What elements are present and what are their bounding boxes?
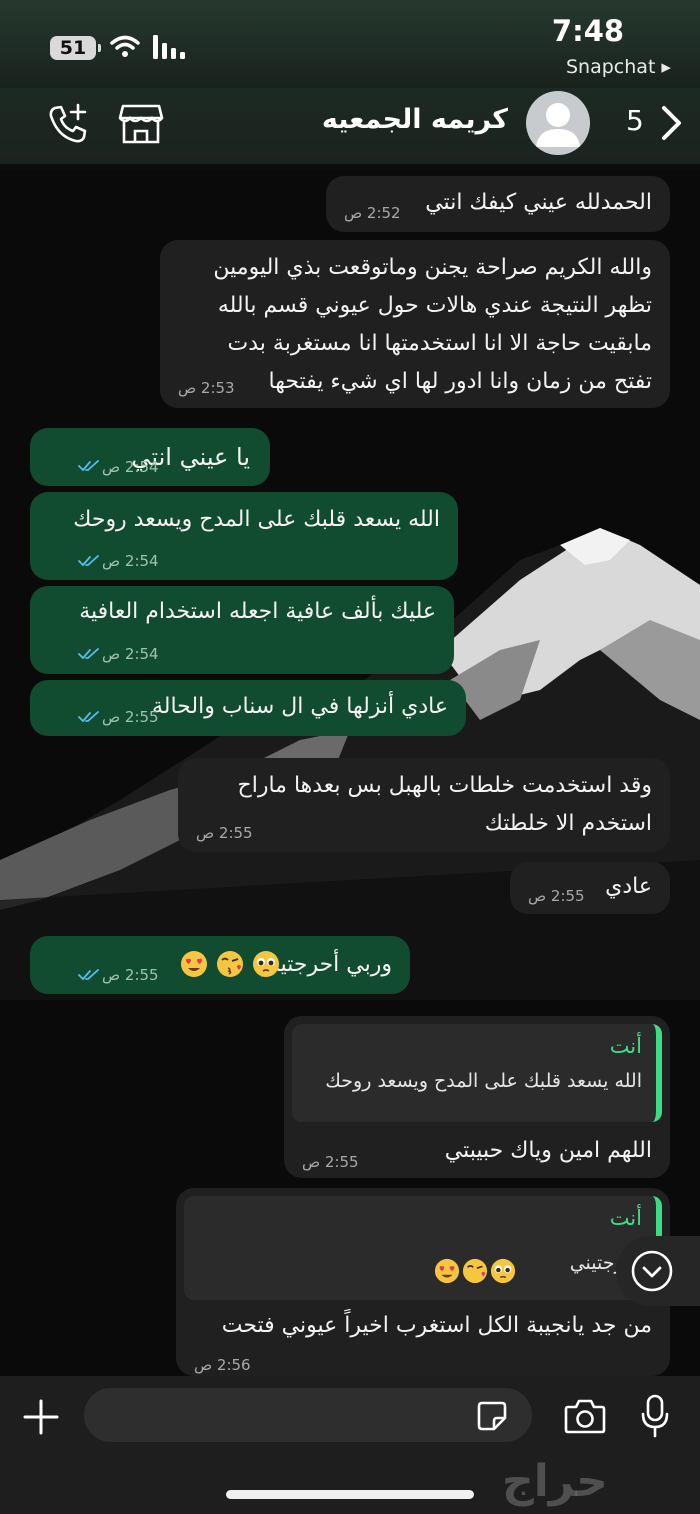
- read-receipt-icon: [78, 460, 99, 472]
- read-receipt-icon: [78, 555, 99, 567]
- sticker-icon[interactable]: [476, 1400, 508, 1432]
- message-incoming-reply[interactable]: أنت أحرجتيني من جد يانجيبة الكل استغرب ا…: [176, 1188, 670, 1376]
- quoted-message[interactable]: أنت الله يسعد قلبك على المدح ويسعد روحك: [292, 1024, 662, 1122]
- message-text: اللهم امين وياك حبيبتي: [444, 1138, 652, 1163]
- message-incoming[interactable]: الحمدلله عيني كيفك انتي 2:52 ص: [326, 176, 670, 232]
- microphone-icon[interactable]: [640, 1394, 670, 1438]
- camera-icon[interactable]: [564, 1398, 606, 1434]
- message-outgoing[interactable]: عادي أنزلها في ال سناب والحالة 2:55 ص: [30, 680, 466, 736]
- scroll-to-bottom-button[interactable]: [616, 1236, 700, 1306]
- message-time: 2:54 ص: [102, 458, 159, 476]
- message-outgoing[interactable]: عليك بألف عافية اجعله استخدام العافية 2:…: [30, 586, 454, 674]
- quoted-author: أنت: [609, 1034, 642, 1058]
- cellular-signal-icon: [153, 35, 185, 59]
- message-outgoing[interactable]: الله يسعد قلبك على المدح ويسعد روحك 2:54…: [30, 492, 458, 580]
- chevron-down-circle-icon: [631, 1250, 673, 1292]
- read-receipt-icon: [78, 969, 99, 981]
- message-text-line: مابقيت حاجة الا انا استخدمتها انا مستغرب…: [227, 331, 652, 356]
- message-text: عادي: [605, 874, 652, 899]
- message-time: 2:55 ص: [102, 966, 159, 984]
- message-time: 2:55 ص: [196, 824, 253, 842]
- message-text: الحمدلله عيني كيفك انتي: [425, 190, 652, 215]
- contact-avatar[interactable]: [526, 91, 590, 155]
- chevron-right-icon[interactable]: [658, 105, 684, 141]
- message-outgoing[interactable]: يا عيني انتي 2:54 ص: [30, 428, 270, 486]
- message-text-line: تظهر النتيجة عندي هالات حول عيوني قسم با…: [217, 293, 652, 318]
- quoted-message[interactable]: أنت أحرجتيني: [184, 1196, 662, 1300]
- message-text: من جد يانجيبة الكل استغرب اخيراً عيوني ف…: [221, 1313, 652, 1338]
- status-bar: 51 7:48 Snapchat ▸: [0, 0, 700, 88]
- heart-eyes-emoji: [181, 951, 207, 977]
- message-time: 2:52 ص: [344, 204, 401, 222]
- message-incoming[interactable]: وقد استخدمت خلطات بالهبل بس بعدها ماراح …: [178, 758, 670, 852]
- pleading-face-emoji: [490, 1258, 516, 1284]
- message-time: 2:55 ص: [302, 1153, 359, 1171]
- message-input[interactable]: [84, 1388, 532, 1442]
- back-to-app-link[interactable]: Snapchat ▸: [566, 56, 671, 78]
- catalog-store-icon[interactable]: [118, 102, 164, 146]
- message-text: عادي أنزلها في ال سناب والحالة: [151, 694, 448, 719]
- quoted-author: أنت: [609, 1206, 642, 1230]
- read-receipt-icon: [78, 711, 99, 723]
- message-text-line: تفتح من زمان وانا ادور لها اي شيء يفتحها: [268, 369, 653, 394]
- message-time: 2:56 ص: [194, 1356, 251, 1374]
- message-time: 2:55 ص: [528, 887, 585, 905]
- message-text: الله يسعد قلبك على المدح ويسعد روحك: [73, 507, 440, 532]
- message-text: عليك بألف عافية اجعله استخدام العافية: [79, 599, 436, 624]
- read-receipt-icon: [78, 648, 99, 660]
- message-incoming[interactable]: والله الكريم صراحة يجنن وماتوقعت بذي الي…: [160, 240, 670, 408]
- composer-bar: حراج: [0, 1376, 700, 1514]
- wifi-icon: [110, 35, 140, 57]
- contact-name[interactable]: كريمه الجمعيه: [300, 104, 508, 135]
- plus-icon[interactable]: [22, 1398, 60, 1436]
- message-time: 2:53 ص: [178, 379, 235, 397]
- chat-header: كريمه الجمعيه 5: [0, 88, 700, 164]
- message-time: 2:54 ص: [102, 645, 159, 663]
- message-outgoing[interactable]: وربي أحرجتيني 2:55 ص: [30, 936, 410, 994]
- message-text-line: وقد استخدمت خلطات بالهبل بس بعدها ماراح: [237, 773, 652, 798]
- heart-eyes-emoji: [434, 1258, 460, 1284]
- home-indicator: [226, 1490, 474, 1499]
- watermark-logo: حراج: [502, 1456, 609, 1507]
- pleading-face-emoji: [253, 951, 279, 977]
- kissing-face-emoji: [462, 1258, 488, 1284]
- battery-indicator: 51: [50, 36, 101, 60]
- status-time: 7:48: [551, 14, 625, 48]
- add-call-icon[interactable]: [46, 102, 90, 146]
- unread-count[interactable]: 5: [626, 104, 644, 137]
- message-text-line: والله الكريم صراحة يجنن وماتوقعت بذي الي…: [213, 255, 652, 280]
- message-time: 2:54 ص: [102, 552, 159, 570]
- default-avatar-icon: [536, 103, 580, 147]
- quoted-text: الله يسعد قلبك على المدح ويسعد روحك: [325, 1070, 642, 1092]
- message-incoming[interactable]: عادي 2:55 ص: [510, 862, 670, 914]
- message-text-line: استخدم الا خلطتك: [484, 811, 652, 836]
- message-time: 2:55 ص: [102, 708, 159, 726]
- message-incoming-reply[interactable]: أنت الله يسعد قلبك على المدح ويسعد روحك …: [284, 1016, 670, 1178]
- kissing-face-emoji: [217, 951, 243, 977]
